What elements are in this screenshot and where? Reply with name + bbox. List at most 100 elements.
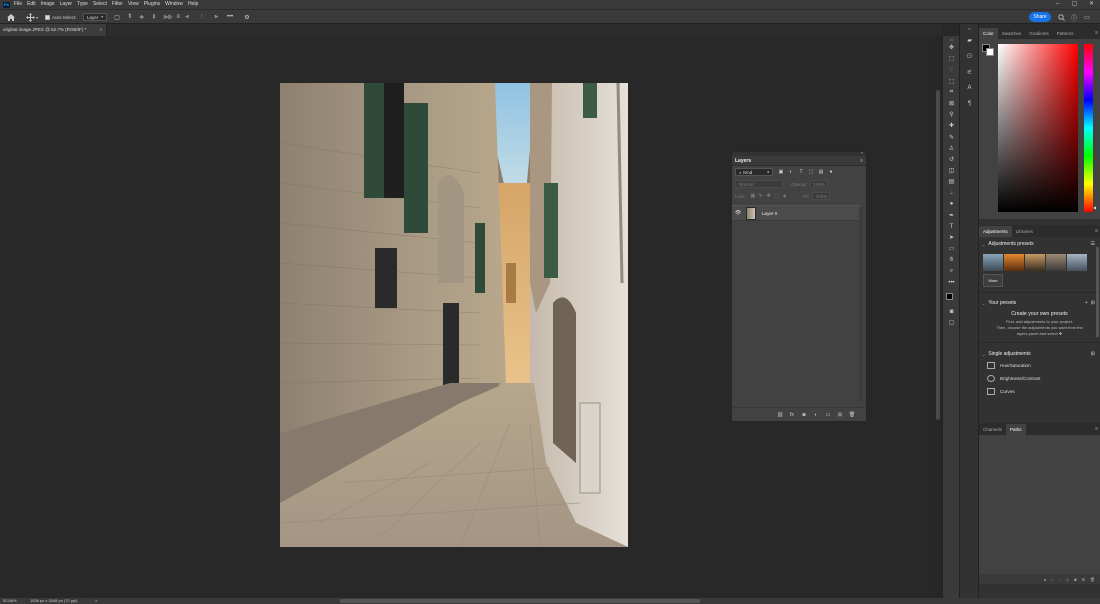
filter-adjustment-icon[interactable]: ◐	[787, 168, 795, 176]
document-image[interactable]	[280, 83, 628, 547]
properties-icon[interactable]: ⚟	[960, 64, 979, 80]
tab-paths[interactable]: Paths	[1006, 424, 1026, 435]
color-panel-menu-icon[interactable]: ≡	[1095, 28, 1098, 39]
tab-adjustments[interactable]: Adjustments	[979, 226, 1012, 237]
menu-edit[interactable]: Edit	[27, 0, 36, 9]
preset-thumb[interactable]	[1067, 254, 1087, 271]
share-button[interactable]: Share	[1029, 12, 1051, 22]
minimize-button[interactable]: –	[1049, 0, 1066, 9]
fill-path-icon[interactable]: ●	[1044, 577, 1046, 582]
lock-image-icon[interactable]: ✎	[757, 192, 765, 200]
foreground-color-swatch[interactable]	[946, 293, 953, 301]
menu-image[interactable]: Image	[41, 0, 55, 9]
menu-select[interactable]: Select	[93, 0, 107, 9]
layer-name[interactable]: Layer 0	[762, 211, 777, 216]
filter-toggle-icon[interactable]: ●	[827, 168, 835, 176]
layer-mask-icon[interactable]: ◙	[800, 411, 808, 419]
pen-tool-icon[interactable]: ✒︎	[943, 210, 960, 221]
preset-thumb[interactable]	[1025, 254, 1045, 271]
layer-style-icon[interactable]: fx	[788, 411, 796, 419]
blend-mode-dropdown[interactable]: Normal	[735, 180, 783, 188]
collapse-icon[interactable]: «	[861, 150, 863, 155]
gear-icon[interactable]: ⚙	[242, 12, 252, 22]
make-path-icon[interactable]: ◇	[1066, 577, 1069, 582]
type-tool-icon[interactable]: T	[943, 221, 960, 232]
menu-view[interactable]: View	[128, 0, 139, 9]
search-icon[interactable]	[1056, 12, 1066, 22]
adjustment-item-hue-saturation[interactable]: Hue/Saturation	[979, 359, 1100, 372]
align-top-icon[interactable]: ⫪	[128, 14, 131, 21]
preset-thumb[interactable]	[983, 254, 1003, 271]
new-layer-icon[interactable]: ⊞	[836, 411, 844, 419]
object-select-tool-icon[interactable]: ⬚	[943, 76, 960, 87]
history-brush-icon[interactable]: ↺	[943, 154, 960, 165]
show-transform-icon[interactable]: ▢	[113, 12, 121, 22]
menu-window[interactable]: Window	[165, 0, 183, 9]
lock-position-icon[interactable]: ✥	[765, 192, 773, 200]
horizontal-scrollbar[interactable]	[340, 599, 700, 603]
delete-path-icon[interactable]: 🗑︎	[1090, 577, 1095, 582]
fill-field[interactable]: 100%	[811, 192, 830, 200]
align-vcenter-icon[interactable]: ≑	[139, 14, 144, 21]
screen-mode-icon[interactable]: ▢	[943, 317, 960, 328]
panel-menu-icon[interactable]: ≡	[860, 158, 863, 164]
paths-menu-icon[interactable]: ≡	[1095, 424, 1098, 435]
distribute-bottom-icon[interactable]: ⫸	[215, 14, 218, 21]
grid-view-icon[interactable]: ⊞	[1091, 300, 1095, 306]
load-selection-icon[interactable]: ◌	[1059, 577, 1061, 582]
healing-brush-icon[interactable]: ✚	[943, 120, 960, 131]
tab-gradients[interactable]: Gradients	[1025, 28, 1053, 39]
scrollbar-thumb[interactable]	[936, 90, 940, 420]
menu-help[interactable]: Help	[188, 0, 198, 9]
paragraph-icon[interactable]: ¶	[960, 96, 979, 112]
zoom-level[interactable]: 52.66%	[3, 598, 17, 604]
lock-artboard-icon[interactable]: ⬚	[773, 192, 781, 200]
blur-tool-icon[interactable]: 💧︎	[943, 187, 960, 198]
chat-icon[interactable]: 💬︎	[960, 48, 979, 64]
align-right-icon[interactable]: ⊪	[168, 14, 173, 21]
presets-chevron-icon[interactable]: ⌄	[982, 242, 985, 247]
menu-type[interactable]: Type	[77, 0, 88, 9]
eyedropper-tool-icon[interactable]: ⚲	[943, 109, 960, 120]
link-layers-icon[interactable]: ⛓︎	[776, 411, 784, 419]
tab-libraries[interactable]: Libraries	[1012, 226, 1037, 237]
artboard-tool-icon[interactable]: ⬚	[943, 53, 960, 64]
hue-slider-handle[interactable]: ◀	[1093, 205, 1096, 210]
preset-thumb[interactable]	[1046, 254, 1066, 271]
lock-transparent-icon[interactable]: ▦	[749, 192, 757, 200]
color-bg-swatch[interactable]	[986, 48, 994, 56]
filter-shape-icon[interactable]: ⬚	[807, 168, 815, 176]
path-select-tool-icon[interactable]: ➤	[943, 232, 960, 243]
layer-filter-dropdown[interactable]: ⌕ Kind ▾	[735, 168, 773, 176]
layer-row[interactable]: 👁︎ Layer 0	[732, 205, 860, 221]
stroke-path-icon[interactable]: ○	[1051, 577, 1053, 582]
adjustment-item-curves[interactable]: Curves	[979, 385, 1100, 398]
close-window-button[interactable]: ✕	[1083, 0, 1100, 9]
filter-type-icon[interactable]: T	[797, 168, 805, 176]
tab-color[interactable]: Color	[979, 28, 998, 39]
auto-select-checkbox[interactable]: Auto-Select:	[45, 12, 77, 22]
delete-layer-icon[interactable]: 🗑︎	[848, 411, 856, 419]
home-icon[interactable]	[5, 12, 17, 22]
adjustments-scrollbar[interactable]	[1096, 247, 1099, 337]
character-icon[interactable]: A	[960, 80, 979, 96]
adjustments-grid-icon[interactable]: ⊞	[1091, 351, 1095, 357]
tab-patterns[interactable]: Patterns	[1053, 28, 1078, 39]
move-tool-icon[interactable]: ✥	[943, 42, 960, 53]
add-preset-icon[interactable]: +	[1085, 300, 1088, 306]
menu-layer[interactable]: Layer	[60, 0, 73, 9]
layers-scrollbar[interactable]	[859, 207, 863, 402]
new-adjustment-icon[interactable]: ◐	[812, 411, 820, 419]
workspace-icon[interactable]: ▭	[1082, 12, 1092, 22]
adjustment-item-brightness-contrast[interactable]: Brightness/Contrast	[979, 372, 1100, 385]
layers-panel-grip[interactable]: «	[732, 150, 866, 156]
menu-file[interactable]: File	[14, 0, 22, 9]
maximize-button[interactable]: ▢	[1066, 0, 1083, 9]
hue-slider[interactable]	[1084, 44, 1093, 212]
help-icon[interactable]: ⓘ	[1069, 12, 1079, 22]
opacity-field[interactable]: 100%	[809, 180, 828, 188]
list-view-icon[interactable]: ☰	[1091, 241, 1095, 247]
auto-select-dropdown[interactable]: Layer ▾	[83, 13, 107, 21]
hand-tool-icon[interactable]: ✋︎	[943, 255, 960, 266]
tab-channels[interactable]: Channels	[979, 424, 1006, 435]
